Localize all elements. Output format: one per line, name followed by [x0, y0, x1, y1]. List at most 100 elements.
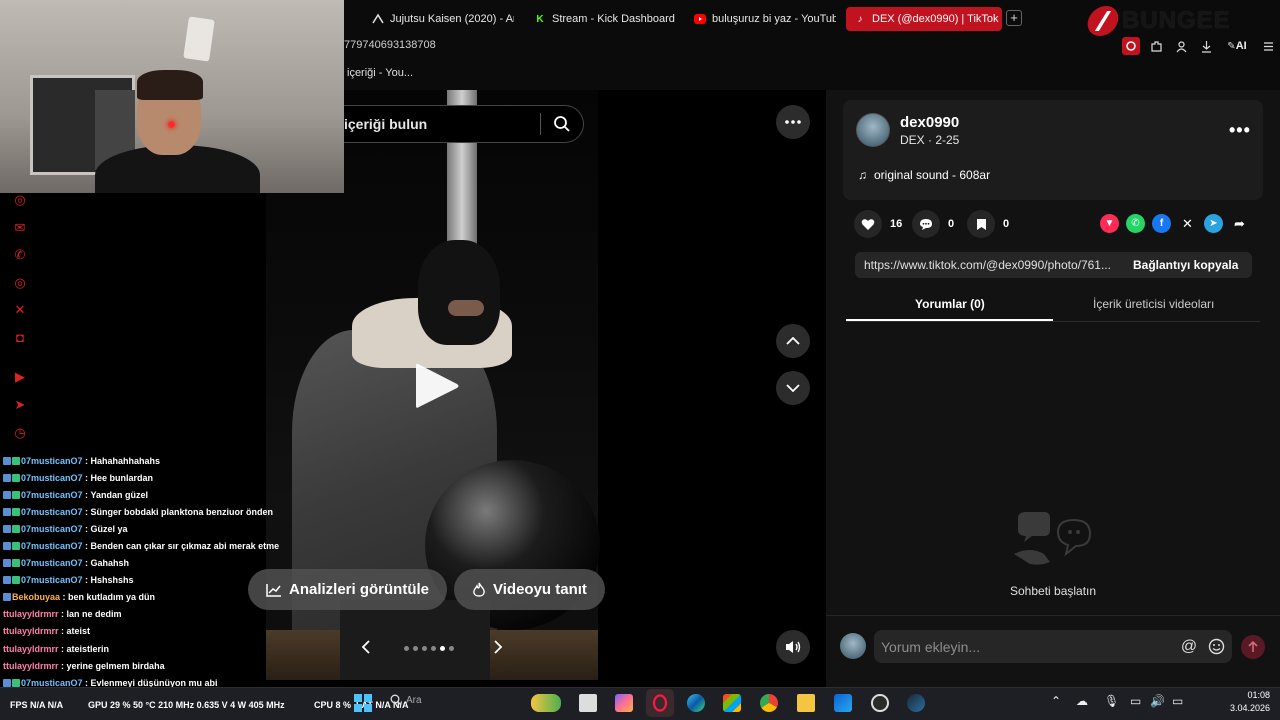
speaker-icon[interactable]: 🔊	[1150, 694, 1165, 708]
comment-action[interactable]: 0	[912, 210, 954, 238]
save-action[interactable]: 0	[967, 210, 1009, 238]
post-more-icon[interactable]: •••	[1229, 120, 1251, 141]
store-icon[interactable]	[718, 689, 746, 717]
discord-icon[interactable]: ◘	[8, 325, 32, 349]
chat-username[interactable]: 07musticanO7	[21, 507, 83, 517]
carousel-next-icon[interactable]	[493, 640, 503, 657]
comment-input[interactable]: Yorum ekleyin...	[874, 639, 1178, 655]
task-view-icon[interactable]	[574, 689, 602, 717]
send-icon[interactable]: ➤	[8, 393, 32, 417]
chat-username[interactable]: 07musticanO7	[21, 558, 83, 568]
chat-username[interactable]: 07musticanO7	[21, 575, 83, 585]
share-row: ▼ ✆ f ✕ ➤ ➦	[1100, 214, 1249, 233]
post-link[interactable]: https://www.tiktok.com/@dex0990/photo/76…	[855, 258, 1125, 272]
menu-icon[interactable]	[1259, 37, 1277, 55]
chat-username[interactable]: ttulayyldrmrr	[3, 644, 59, 654]
opera-gx-icon[interactable]	[646, 689, 674, 717]
author-subline: DEX · 2-25	[900, 133, 960, 147]
bookmark-icon[interactable]	[967, 210, 995, 238]
play-button[interactable]	[412, 360, 462, 412]
outlook-icon[interactable]	[829, 689, 857, 717]
carousel-dot[interactable]	[431, 646, 436, 651]
download-icon[interactable]	[1197, 37, 1215, 55]
edge-icon[interactable]	[682, 689, 710, 717]
heart-icon[interactable]	[854, 210, 882, 238]
comment-icon[interactable]	[912, 210, 940, 238]
start-button[interactable]	[349, 689, 377, 717]
author-username[interactable]: dex0990	[900, 114, 959, 131]
chrome-icon[interactable]	[755, 689, 783, 717]
stream-extension-icon[interactable]	[1122, 37, 1140, 55]
copilot-icon[interactable]	[610, 689, 638, 717]
chat-username[interactable]: ttulayyldrmrr	[3, 661, 59, 671]
x-icon[interactable]: ✕	[8, 298, 32, 322]
carousel-prev-icon[interactable]	[361, 640, 371, 657]
emoji-icon[interactable]	[1205, 636, 1227, 658]
promote-video-button[interactable]: Videoyu tanıt	[454, 569, 605, 610]
mention-icon[interactable]: @	[1178, 636, 1200, 658]
more-options-button[interactable]	[776, 105, 810, 139]
profile-icon[interactable]	[1172, 37, 1190, 55]
previous-post-button[interactable]	[776, 324, 810, 358]
search-input[interactable]: içeriği bulun	[344, 116, 540, 132]
battery-icon[interactable]: ▭	[1172, 694, 1183, 708]
instagram-icon[interactable]: ◎	[8, 188, 32, 212]
url-fragment[interactable]: 779740693138708	[344, 39, 436, 51]
instagram-alt-icon[interactable]: ◎	[8, 271, 32, 295]
author-avatar[interactable]	[856, 113, 890, 147]
like-action[interactable]: 16	[854, 210, 902, 238]
carousel-dot[interactable]	[404, 646, 409, 651]
tab-tiktok[interactable]: ♪ DEX (@dex0990) | TikTok	[846, 7, 1002, 31]
ai-button[interactable]: ✎ AI	[1222, 37, 1252, 55]
taskbar-clock[interactable]: 01:08 3.04.2026	[1200, 689, 1270, 715]
chat-username[interactable]: ttulayyldrmrr	[3, 626, 59, 636]
whatsapp-icon[interactable]: ✆	[8, 243, 32, 267]
new-tab-button[interactable]: +	[1006, 10, 1022, 26]
chat-username[interactable]: 07musticanO7	[21, 541, 83, 551]
chat-username[interactable]: 07musticanO7	[21, 456, 83, 466]
whatsapp-icon[interactable]: ✆	[1126, 214, 1145, 233]
youtube-icon[interactable]: ▶	[8, 365, 32, 389]
tab-creator-videos[interactable]: İçerik üreticisi videoları	[1093, 297, 1214, 311]
facebook-icon[interactable]: f	[1152, 214, 1171, 233]
chat-username[interactable]: 07musticanO7	[21, 524, 83, 534]
send-comment-button[interactable]	[1241, 635, 1265, 659]
clock-icon[interactable]: ◷	[8, 421, 32, 445]
bookmark-item[interactable]: içeriği - You...	[347, 67, 413, 79]
tray-chevron-icon[interactable]: ⌃	[1051, 694, 1061, 708]
puzzle-icon[interactable]	[1147, 37, 1165, 55]
tab-comments[interactable]: Yorumlar (0)	[915, 297, 985, 311]
taskbar-search[interactable]: Ara	[390, 694, 422, 706]
repost-icon[interactable]: ▼	[1100, 214, 1119, 233]
obs-icon[interactable]	[866, 689, 894, 717]
search-icon[interactable]	[541, 106, 583, 142]
volume-button[interactable]	[776, 630, 810, 664]
carousel-dot[interactable]	[422, 646, 427, 651]
tab-kick[interactable]: K Stream - Kick Dashboard	[526, 7, 676, 31]
carousel-dot[interactable]	[449, 646, 454, 651]
onedrive-icon[interactable]: ☁	[1076, 694, 1088, 708]
microphone-icon[interactable]: 🎙	[1104, 694, 1119, 708]
tab-crunchyroll[interactable]: Jujutsu Kaisen (2020) - Ar	[364, 7, 514, 31]
sound-row[interactable]: ♫ original sound - 608ar	[858, 168, 990, 182]
search-bar[interactable]: içeriği bulun	[344, 105, 584, 143]
chat-username[interactable]: Bekobuyaa	[12, 592, 60, 602]
x-icon[interactable]: ✕	[1178, 214, 1197, 233]
messenger-icon[interactable]: ✉	[8, 216, 32, 240]
carousel-dot[interactable]	[413, 646, 418, 651]
steam-icon[interactable]	[902, 689, 930, 717]
comment-input-box[interactable]: Yorum ekleyin... @	[874, 630, 1232, 663]
chat-username[interactable]: 07musticanO7	[21, 473, 83, 483]
carousel-dot[interactable]	[440, 646, 445, 651]
telegram-icon[interactable]: ➤	[1204, 214, 1223, 233]
widgets-icon[interactable]	[528, 689, 564, 717]
tab-youtube[interactable]: buluşuruz bi yaz - YouTub	[686, 7, 836, 31]
copy-link-button[interactable]: Bağlantıyı kopyala	[1125, 258, 1238, 272]
carousel-dots[interactable]	[404, 646, 454, 651]
next-post-button[interactable]	[776, 371, 810, 405]
file-explorer-icon[interactable]	[792, 689, 820, 717]
share-icon[interactable]: ➦	[1230, 214, 1249, 233]
chat-username[interactable]: ttulayyldrmrr	[3, 609, 59, 619]
display-icon[interactable]: ▭	[1130, 694, 1141, 708]
chat-username[interactable]: 07musticanO7	[21, 490, 83, 500]
